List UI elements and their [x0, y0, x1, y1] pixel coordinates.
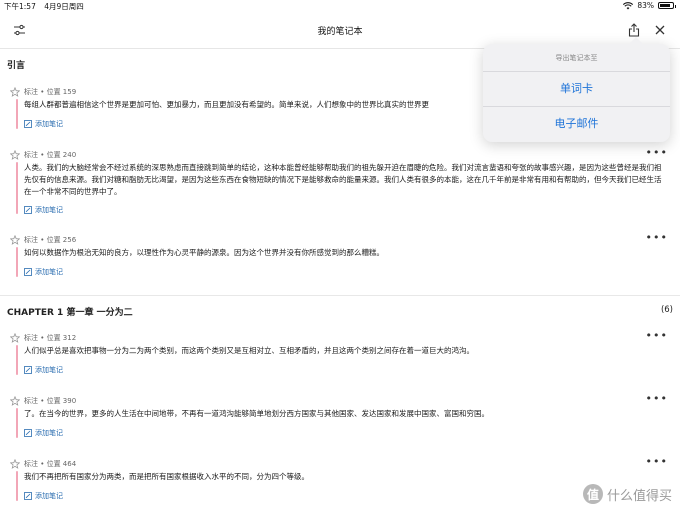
highlight-location: 标注 • 位置 390 — [24, 396, 77, 405]
note-pen-icon — [24, 366, 32, 374]
highlight-item: 标注 • 位置 390 ••• 了。在当今的世界，更多的人生活在中间地带，不再有… — [0, 393, 680, 443]
highlight-color-bar — [16, 408, 18, 438]
status-time: 下午1:57 — [4, 2, 36, 11]
note-pen-icon — [24, 492, 32, 500]
ellipsis-icon[interactable]: ••• — [646, 147, 668, 158]
note-pen-icon — [24, 429, 32, 437]
watermark-logo: 值 — [582, 484, 603, 504]
export-email-option[interactable]: 电子邮件 — [483, 107, 670, 141]
ellipsis-icon[interactable]: ••• — [646, 393, 668, 404]
note-pen-icon — [24, 268, 32, 276]
section-title: CHAPTER 1 第一章 一分为二 — [7, 308, 133, 318]
highlight-location: 标注 • 位置 159 — [24, 87, 77, 96]
highlight-location: 标注 • 位置 464 — [24, 459, 77, 468]
star-outline-icon[interactable] — [10, 395, 20, 406]
note-pen-icon — [24, 206, 32, 214]
add-note-button[interactable]: 添加笔记 — [24, 119, 63, 129]
highlight-text: 了。在当今的世界，更多的人生活在中间地带，不再有一道鸿沟能够简单地划分西方国家与… — [24, 409, 489, 418]
ellipsis-icon[interactable]: ••• — [646, 232, 668, 243]
highlight-color-bar — [16, 162, 18, 214]
add-note-label: 添加笔记 — [35, 120, 63, 128]
highlight-text: 人类。我们的大脑经常会不经过系统的深思熟虑而直接跳到简单的结论，这种本能曾经能够… — [24, 163, 662, 196]
star-outline-icon[interactable] — [10, 234, 20, 245]
page-title: 我的笔记本 — [317, 27, 363, 37]
highlight-location: 标注 • 位置 256 — [24, 235, 77, 244]
section-header: CHAPTER 1 第一章 一分为二 (6) — [0, 299, 680, 321]
battery-icon — [658, 2, 676, 9]
export-flashcards-option[interactable]: 单词卡 — [483, 72, 670, 106]
export-popover: 导出笔记本至 单词卡 电子邮件 — [483, 37, 670, 142]
star-outline-icon[interactable] — [10, 458, 20, 469]
section-title: 引言 — [7, 61, 26, 71]
ellipsis-icon[interactable]: ••• — [646, 330, 668, 341]
highlight-text: 人们似乎总是喜欢把事物一分为二为两个类别，而这两个类别又是互相对立、互相矛盾的，… — [24, 346, 474, 355]
star-outline-icon[interactable] — [10, 332, 20, 343]
add-note-label: 添加笔记 — [35, 206, 63, 214]
highlight-text: 如何以数据作为根治无知的良方，以理性作为心灵平静的源泉。因为这个世界并没有你所感… — [24, 248, 384, 257]
close-icon[interactable] — [652, 22, 668, 38]
watermark: 值 什么值得买 — [582, 484, 672, 504]
add-note-button[interactable]: 添加笔记 — [24, 428, 63, 438]
watermark-text: 什么值得买 — [606, 488, 672, 504]
highlight-color-bar — [16, 99, 18, 129]
highlight-color-bar — [16, 247, 18, 277]
highlight-color-bar — [16, 471, 18, 501]
highlight-item: 标注 • 位置 256 ••• 如何以数据作为根治无知的良方，以理性作为心灵平静… — [0, 232, 680, 282]
ellipsis-icon[interactable]: ••• — [646, 456, 668, 467]
wifi-icon — [623, 1, 634, 9]
status-bar: 下午1:57 4月9日周四 83% — [0, 0, 680, 13]
star-outline-icon[interactable] — [10, 86, 20, 97]
highlight-item: 标注 • 位置 464 ••• 我们不再把所有国家分为两类，而是把所有国家根据收… — [0, 456, 680, 506]
section-divider — [0, 295, 680, 296]
highlight-location: 标注 • 位置 240 — [24, 150, 77, 159]
add-note-label: 添加笔记 — [35, 492, 63, 500]
add-note-button[interactable]: 添加笔记 — [24, 365, 63, 375]
share-icon[interactable] — [626, 22, 642, 38]
add-note-label: 添加笔记 — [35, 268, 63, 276]
highlight-color-bar — [16, 345, 18, 375]
note-pen-icon — [24, 120, 32, 128]
highlight-item: 标注 • 位置 312 ••• 人们似乎总是喜欢把事物一分为二为两个类别，而这两… — [0, 330, 680, 380]
add-note-button[interactable]: 添加笔记 — [24, 205, 63, 215]
popover-title: 导出笔记本至 — [555, 54, 598, 62]
add-note-label: 添加笔记 — [35, 366, 63, 374]
star-outline-icon[interactable] — [10, 149, 20, 160]
status-date: 4月9日周四 — [44, 2, 84, 11]
battery-percent: 83% — [637, 1, 654, 10]
highlight-location: 标注 • 位置 312 — [24, 333, 77, 342]
highlight-item: 标注 • 位置 240 ••• 人类。我们的大脑经常会不经过系统的深思熟虑而直接… — [0, 147, 680, 219]
add-note-button[interactable]: 添加笔记 — [24, 267, 63, 277]
add-note-label: 添加笔记 — [35, 429, 63, 437]
add-note-button[interactable]: 添加笔记 — [24, 491, 63, 501]
section-count: (6) — [660, 305, 673, 315]
highlight-text: 我们不再把所有国家分为两类，而是把所有国家根据收入水平的不同，分为四个等级。 — [24, 472, 309, 481]
